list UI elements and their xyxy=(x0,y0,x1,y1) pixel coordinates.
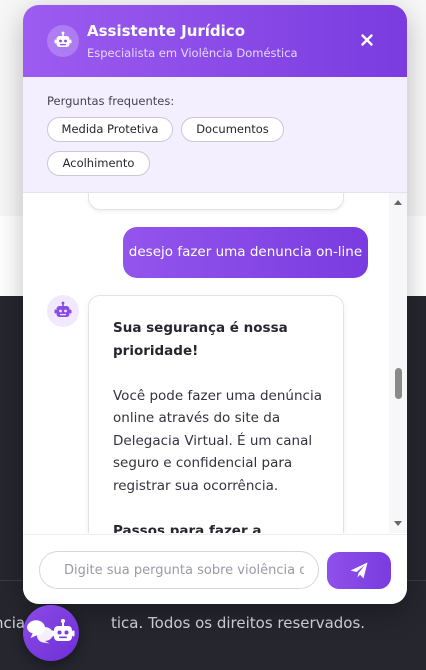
send-button[interactable] xyxy=(327,552,391,589)
chip-medida-protetiva[interactable]: Medida Protetiva xyxy=(47,117,173,142)
faq-panel: Perguntas frequentes: Medida Protetiva D… xyxy=(23,77,407,193)
scrollbar-thumb[interactable] xyxy=(395,368,402,399)
footer-text-part1: ncia xyxy=(0,614,26,632)
bot-message: Sua segurança é nossa prioridade! Você p… xyxy=(88,295,344,533)
chat-title: Assistente Jurídico xyxy=(87,22,245,40)
scroll-up-arrow-icon[interactable] xyxy=(394,200,402,205)
bot-message-next-heading: Passos para fazer a denúncia xyxy=(113,522,262,534)
chip-documentos[interactable]: Documentos xyxy=(181,117,284,142)
user-message: desejo fazer uma denuncia on-line xyxy=(123,227,368,278)
question-input[interactable] xyxy=(39,551,319,589)
footer-text-part2: tica. Todos os direitos reservados. xyxy=(111,614,366,632)
chat-robot-icon xyxy=(26,619,75,644)
send-icon xyxy=(350,562,368,579)
previous-bot-bubble xyxy=(88,193,344,210)
faq-label: Perguntas frequentes: xyxy=(47,94,175,108)
chat-header: Assistente Jurídico Especialista em Viol… xyxy=(23,5,407,77)
chip-acolhimento[interactable]: Acolhimento xyxy=(47,151,150,176)
message-list: desejo fazer uma denuncia on-line Sua se… xyxy=(23,193,407,533)
scroll-down-arrow-icon[interactable] xyxy=(394,521,402,526)
close-icon xyxy=(361,34,373,46)
close-button[interactable] xyxy=(357,30,377,50)
chat-subtitle: Especialista em Violência Doméstica xyxy=(87,46,298,60)
bot-message-heading: Sua segurança é nossa prioridade! xyxy=(113,320,288,359)
message-scrollbar[interactable] xyxy=(389,193,407,533)
chat-launcher-button[interactable] xyxy=(23,605,79,661)
robot-icon xyxy=(47,295,79,327)
chat-window: Assistente Jurídico Especialista em Viol… xyxy=(23,5,407,604)
composer xyxy=(23,534,407,604)
robot-icon xyxy=(47,25,79,57)
bot-message-paragraph: Você pode fazer uma denúncia online atra… xyxy=(113,387,322,494)
